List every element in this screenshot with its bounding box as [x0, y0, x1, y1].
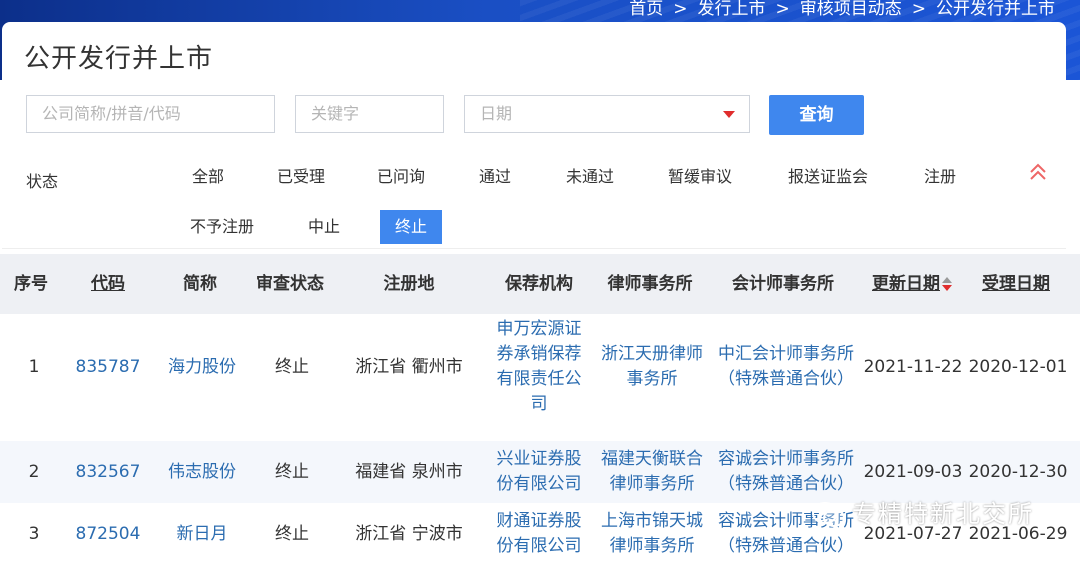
status-label: 状态	[26, 172, 59, 191]
date-placeholder: 日期	[480, 104, 513, 123]
cell-name[interactable]: 伟志股份	[154, 441, 250, 503]
cell-status: 终止	[275, 523, 309, 544]
col-header-updated[interactable]: 更新日期	[860, 254, 964, 314]
breadcrumb: 首页 > 发行上市 > 审核项目动态 > 公开发行并上市	[624, 0, 1060, 19]
cell-sponsor[interactable]: 财通证券股份有限公司	[494, 503, 584, 565]
cell-index: 2	[28, 461, 40, 482]
breadcrumb-issuance[interactable]: 发行上市	[698, 0, 766, 19]
status-option-registered[interactable]: 注册	[920, 161, 960, 193]
breadcrumb-current: 公开发行并上市	[936, 0, 1055, 19]
col-header-place: 注册地	[383, 274, 435, 294]
cell-place: 浙江省 衢州市	[355, 356, 463, 377]
col-header-index: 序号	[14, 274, 48, 294]
status-option-inquired[interactable]: 已问询	[372, 161, 430, 193]
chevron-up-double-icon[interactable]	[1028, 162, 1048, 182]
status-option-passed[interactable]: 通过	[475, 161, 515, 193]
cell-place: 浙江省 宁波市	[355, 523, 463, 544]
cell-index: 3	[28, 523, 40, 544]
col-header-lawyer: 律师事务所	[607, 274, 693, 294]
page-title: 公开发行并上市	[24, 44, 214, 74]
cell-sponsor[interactable]: 兴业证券股份有限公司	[494, 441, 584, 503]
cell-updated: 2021-11-22	[863, 356, 963, 377]
wechat-icon	[812, 502, 845, 527]
col-header-code[interactable]: 代码	[62, 254, 154, 314]
table-row: 1 835787 海力股份 终止 浙江省 衢州市 申万宏源证券承销保荐有限责任公…	[0, 314, 1080, 420]
cell-code[interactable]: 832567	[62, 441, 154, 503]
cell-accepted: 2020-12-01	[968, 356, 1068, 377]
breadcrumb-sep: >	[911, 0, 926, 19]
cell-index: 1	[28, 356, 40, 377]
status-option-not-registered[interactable]: 不予注册	[185, 211, 259, 243]
cell-lawyer[interactable]: 上海市锦天城律师事务所	[596, 503, 708, 565]
company-search-input[interactable]: 公司简称/拼音/代码	[26, 95, 275, 133]
cell-code[interactable]: 872504	[62, 503, 154, 565]
col-header-name: 简称	[183, 274, 217, 294]
cell-sponsor[interactable]: 申万宏源证券承销保荐有限责任公司	[494, 314, 584, 420]
cell-name[interactable]: 海力股份	[154, 314, 250, 420]
cell-status: 终止	[275, 356, 309, 377]
breadcrumb-sep: >	[673, 0, 688, 19]
cell-lawyer[interactable]: 浙江天册律师事务所	[596, 314, 708, 420]
cell-status: 终止	[275, 461, 309, 482]
status-option-terminated[interactable]: 终止	[380, 210, 442, 244]
divider	[2, 248, 1066, 249]
col-header-accepted[interactable]: 受理日期	[964, 254, 1068, 314]
col-header-sponsor: 保荐机构	[505, 274, 573, 294]
watermark: 专精特新北交所	[812, 494, 1034, 529]
status-option-all[interactable]: 全部	[185, 161, 231, 193]
updated-header-label: 更新日期	[872, 274, 940, 294]
sort-icon[interactable]	[942, 275, 952, 293]
caret-down-icon	[723, 111, 735, 118]
table-header: 序号 代码 简称 审查状态 注册地 保荐机构 律师事务所 会计师事务所 更新日期…	[0, 254, 1080, 314]
breadcrumb-review-news[interactable]: 审核项目动态	[800, 0, 902, 19]
cell-name[interactable]: 新日月	[154, 503, 250, 565]
breadcrumb-sep: >	[775, 0, 790, 19]
status-option-submitted-csrc[interactable]: 报送证监会	[782, 161, 874, 193]
cell-code[interactable]: 835787	[62, 314, 154, 420]
col-header-accountant: 会计师事务所	[732, 274, 834, 294]
watermark-text: 专精特新北交所	[852, 500, 1034, 528]
breadcrumb-home[interactable]: 首页	[629, 0, 663, 19]
cell-accountant[interactable]: 中汇会计师事务所（特殊普通合伙）	[712, 314, 860, 420]
col-header-status: 审查状态	[256, 274, 324, 294]
cell-lawyer[interactable]: 福建天衡联合律师事务所	[596, 441, 708, 503]
status-option-suspended-review[interactable]: 暂缓审议	[663, 161, 737, 193]
query-button[interactable]: 查询	[769, 95, 864, 135]
status-option-accepted[interactable]: 已受理	[272, 161, 330, 193]
keyword-input[interactable]: 关键字	[295, 95, 444, 133]
date-select[interactable]: 日期	[464, 95, 750, 133]
cell-place: 福建省 泉州市	[355, 461, 463, 482]
status-option-rejected[interactable]: 未通过	[561, 161, 619, 193]
status-option-halted[interactable]: 中止	[304, 211, 344, 243]
